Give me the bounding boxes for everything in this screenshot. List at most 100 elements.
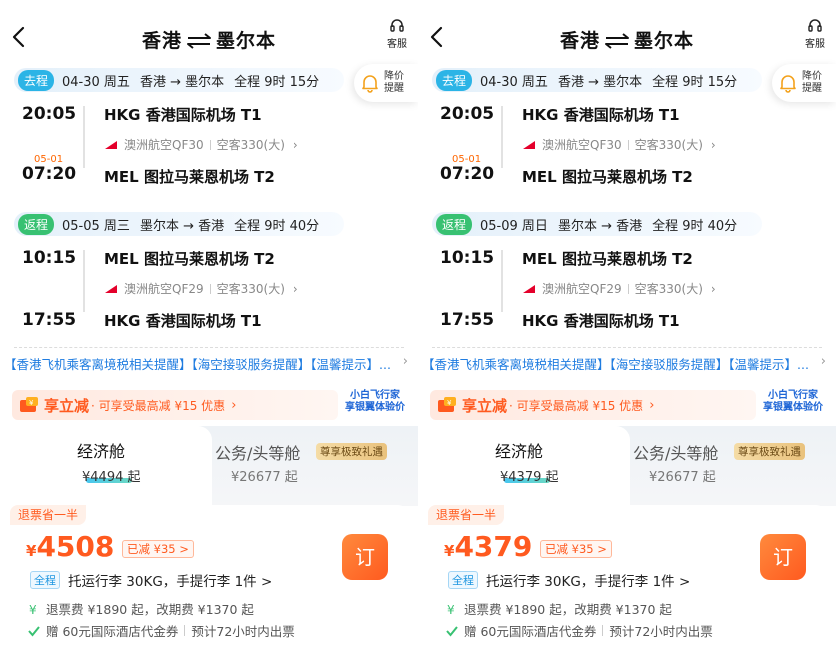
return-route: 墨尔本 → 香港 (139, 218, 225, 234)
outbound-arrival-airport: MEL 图拉马莱恩机场 T2 (522, 168, 693, 186)
outbound-departure-airport: HKG 香港国际机场 T1 (522, 106, 680, 124)
membership-line2: 享银翼体验价 (345, 402, 405, 413)
destination-city: 墨尔本 (216, 30, 277, 52)
price-alert-label: 降价 提醒 (802, 71, 822, 95)
return-route: 墨尔本 → 香港 (557, 218, 643, 234)
outbound-tag: 去程 (18, 69, 55, 91)
book-button[interactable]: 订 (760, 534, 806, 580)
round-trip-arrows-icon (605, 33, 629, 49)
flight-detail-panel: 香港 墨尔本 客服 去程 04-30 周五 香港 → 墨尔本 全程 9时 15分 … (418, 0, 836, 645)
promo-text: · 可享受最高减 ¥15 优惠 (509, 398, 644, 413)
luggage-info[interactable]: 全程 托运行李 30KG，手提行李 1件 > (30, 570, 272, 590)
price-alert-button[interactable]: 降价 提醒 (772, 64, 836, 102)
fare-currency: ¥ (444, 542, 455, 560)
chevron-right-icon: › (649, 397, 655, 413)
svg-text:¥: ¥ (447, 399, 452, 407)
refund-save-tag: 退票省一半 (428, 505, 505, 525)
round-trip-arrows-icon (187, 33, 211, 49)
price-alert-line1: 降价 (384, 71, 404, 82)
economy-cabin-price: ¥4379 起 (500, 470, 559, 485)
bell-icon (780, 75, 796, 93)
promo-banner[interactable]: ¥ 享立减 · 可享受最高减 ¥15 优惠 › (430, 390, 756, 420)
tab-economy[interactable]: 经济舱 ¥4494 起 (0, 426, 212, 506)
business-cabin-price: ¥26677 起 (649, 470, 716, 485)
bell-icon (362, 75, 378, 93)
return-date: 05-09 周日 (480, 218, 548, 234)
cabin-selector: 经济舱 ¥4494 起 公务/头等舱 尊享极致礼遇 ¥26677 起 (0, 426, 418, 506)
outbound-departure-airport: HKG 香港国际机场 T1 (104, 106, 262, 124)
chevron-right-icon: › (231, 397, 237, 413)
outbound-date: 04-30 周五 (62, 74, 130, 90)
page-title: 香港 墨尔本 (418, 26, 836, 53)
customer-service-button[interactable]: 客服 (802, 18, 828, 50)
customer-service-label: 客服 (805, 39, 825, 50)
fare-currency: ¥ (26, 542, 37, 560)
luggage-info[interactable]: 全程 托运行李 30KG，手提行李 1件 > (448, 570, 690, 590)
ticketing-text: 预计72小时内出票 (191, 624, 295, 639)
chevron-right-icon[interactable]: › (403, 354, 408, 369)
outbound-airline-info[interactable]: 澳洲航空QF30 空客330(大) › (104, 136, 298, 153)
travel-notice-link[interactable]: 【香港飞机乘客离境税相关提醒】【海空接驳服务提醒】【温馨提示】... (4, 354, 399, 373)
luggage-text: 托运行李 30KG，手提行李 1件 > (68, 574, 273, 590)
ticketing-text: 预计72小时内出票 (609, 624, 713, 639)
travel-notice-link[interactable]: 【香港飞机乘客离境税相关提醒】【海空接驳服务提醒】【温馨提示】... (422, 354, 817, 373)
outbound-flight-number: 澳洲航空QF30 (542, 138, 622, 152)
promo-brand: 享立减 (44, 396, 90, 415)
divider (209, 139, 211, 150)
divider (184, 625, 186, 636)
header: 香港 墨尔本 客服 (418, 0, 836, 66)
yen-icon: ¥ (29, 603, 37, 615)
return-timeline (83, 250, 85, 312)
divider (602, 625, 604, 636)
outbound-duration: 全程 9时 15分 (652, 74, 738, 90)
return-arrival-airport: HKG 香港国际机场 T1 (104, 312, 262, 330)
outbound-timeline (83, 106, 85, 168)
check-icon (446, 625, 458, 637)
flight-detail-panel: 香港 墨尔本 客服 去程 04-30 周五 香港 → 墨尔本 全程 9时 15分 … (0, 0, 418, 645)
book-button[interactable]: 订 (342, 534, 388, 580)
business-cabin-badge: 尊享极致礼遇 (734, 443, 805, 460)
return-summary: 返程 05-09 周日 墨尔本 → 香港 全程 9时 40分 (432, 212, 762, 236)
outbound-timeline (501, 106, 503, 168)
business-cabin-badge: 尊享极致礼遇 (316, 443, 387, 460)
membership-badge[interactable]: 小白飞行家 享银翼体验价 (342, 390, 408, 414)
return-arrival-airport: HKG 香港国际机场 T1 (522, 312, 680, 330)
divider (627, 139, 629, 150)
yen-icon: ¥ (447, 603, 455, 615)
voucher-text: 赠 60元国际酒店代金券 (46, 624, 179, 639)
promo-banner[interactable]: ¥ 享立减 · 可享受最高减 ¥15 优惠 › (12, 390, 338, 420)
return-duration: 全程 9时 40分 (652, 218, 738, 234)
divider (14, 347, 404, 348)
fare-price: ¥4379 (444, 530, 532, 563)
price-alert-label: 降价 提醒 (384, 71, 404, 95)
return-airline-info[interactable]: 澳洲航空QF29 空客330(大) › (104, 280, 298, 297)
divider (432, 347, 822, 348)
business-cabin-price: ¥26677 起 (231, 470, 298, 485)
price-alert-button[interactable]: 降价 提醒 (354, 64, 418, 102)
luggage-scope-tag: 全程 (448, 571, 478, 589)
refund-info: ¥ 退票费 ¥1890 起，改期费 ¥1370 起 (446, 599, 672, 618)
return-departure-airport: MEL 图拉马莱恩机场 T2 (522, 250, 693, 268)
outbound-airline-info[interactable]: 澳洲航空QF30 空客330(大) › (522, 136, 716, 153)
tab-economy[interactable]: 经济舱 ¥4379 起 (418, 426, 630, 506)
outbound-arrival-time: 07:20 (22, 164, 77, 184)
price-alert-line1: 降价 (802, 71, 822, 82)
airline-logo-icon (105, 140, 117, 149)
chevron-right-icon[interactable]: › (821, 354, 826, 369)
customer-service-button[interactable]: 客服 (384, 18, 410, 50)
return-tag: 返程 (18, 213, 55, 235)
destination-city: 墨尔本 (634, 30, 695, 52)
business-cabin-name: 公务/头等舱 (633, 444, 719, 463)
membership-badge[interactable]: 小白飞行家 享银翼体验价 (760, 390, 826, 414)
outbound-departure-time: 20:05 (22, 104, 77, 124)
return-airline-info[interactable]: 澳洲航空QF29 空客330(大) › (522, 280, 716, 297)
page-title: 香港 墨尔本 (0, 26, 418, 53)
price-alert-line2: 提醒 (384, 83, 404, 94)
return-departure-airport: MEL 图拉马莱恩机场 T2 (104, 250, 275, 268)
return-arrival-time: 17:55 (440, 310, 495, 330)
discount-badge[interactable]: 已减 ¥35 > (122, 540, 194, 558)
return-departure-time: 10:15 (440, 248, 495, 268)
divider (209, 283, 211, 294)
outbound-tag: 去程 (436, 69, 473, 91)
discount-badge[interactable]: 已减 ¥35 > (540, 540, 612, 558)
